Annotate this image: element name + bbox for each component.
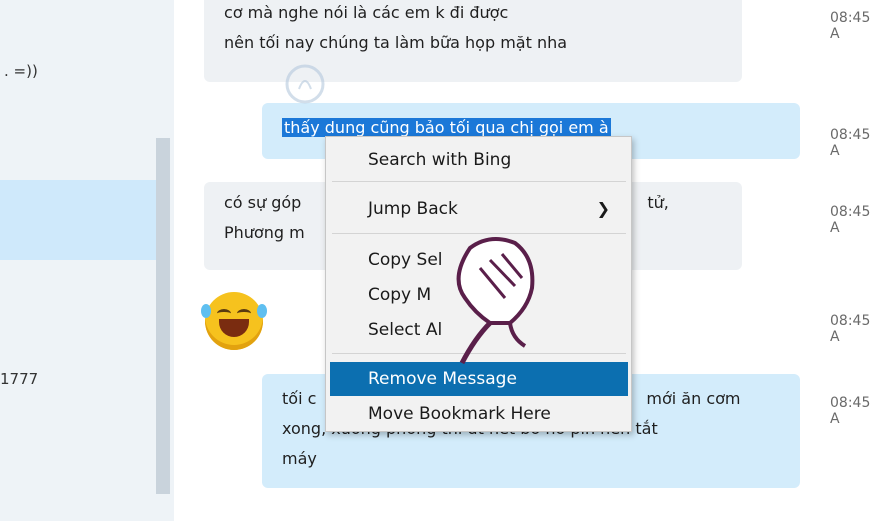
message-text: cơ mà nghe nói là các em k đi được [224,3,509,22]
sidebar: . =)) 1777 [0,0,174,521]
menu-separator [332,181,626,182]
sidebar-snippet: . =)) [4,62,38,80]
message-text: nên tối nay chúng ta làm bữa họp mặt nha [224,33,568,52]
pointing-hand-icon [456,237,535,365]
message-text: tối c [282,389,317,408]
chevron-right-icon: ❯ [596,199,610,218]
laughing-emoji-icon[interactable] [201,292,267,350]
message-time: 08:45 A [830,395,871,427]
menu-item-label: Jump Back [368,199,458,219]
emoji-eye [237,309,251,318]
emoji-mouth [219,319,249,337]
sidebar-snippet: 1777 [0,370,39,388]
message-text: có sự góp [224,193,302,212]
sidebar-scrollbar[interactable] [156,138,170,494]
lightbulb-icon [285,64,325,104]
message-text: tử, [647,193,669,212]
message-text: máy [282,449,317,468]
emoji-tear [257,304,267,318]
sidebar-selected-conversation[interactable] [0,180,156,260]
message-text: mới ăn cơm [646,389,741,408]
message-time: 08:45 A [830,313,871,345]
menu-item-move-bookmark-here[interactable]: Move Bookmark Here [330,397,628,431]
message-time: 08:45 A [830,204,871,236]
message-time: 08:45 A [830,127,871,159]
menu-item-search-with-bing[interactable]: Search with Bing [330,143,628,177]
selected-text[interactable]: thấy dung cũng bảo tối qua chị gọi em à [282,118,611,137]
menu-item-jump-back[interactable]: Jump Back ❯ [330,192,628,226]
emoji-eye [217,309,231,318]
message-time: 08:45 A [830,10,871,42]
emoji-tear [201,304,211,318]
